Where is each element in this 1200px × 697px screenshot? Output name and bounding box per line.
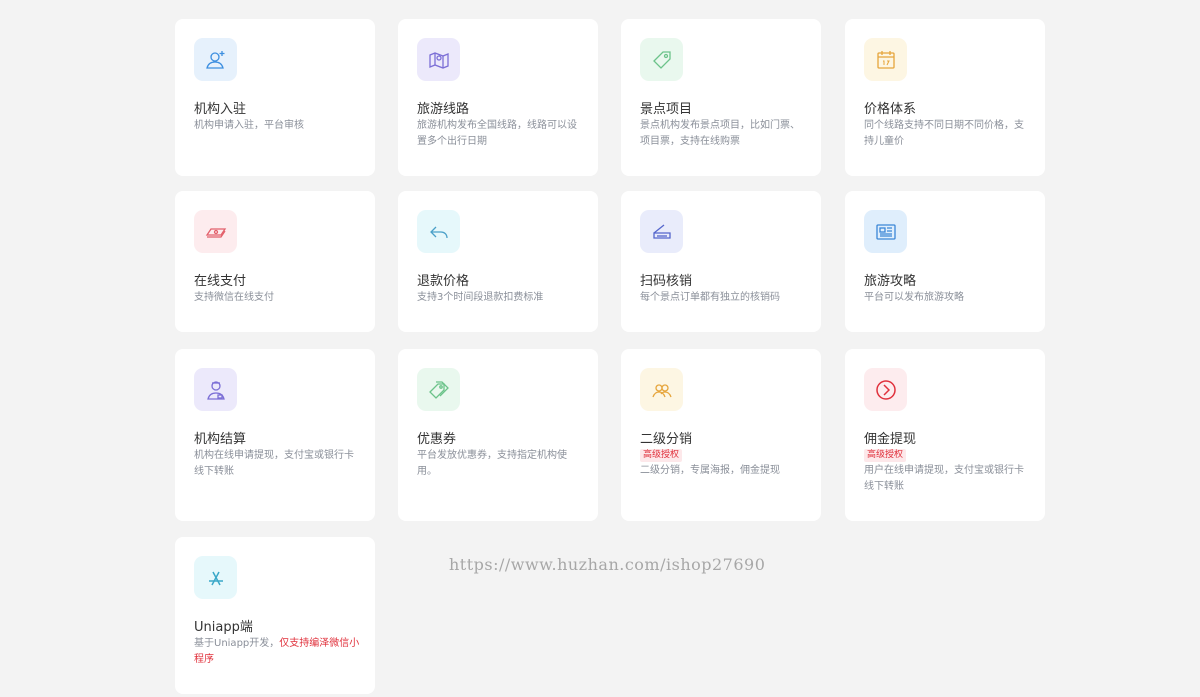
card-description: 支持微信在线支付: [194, 292, 274, 303]
card-title: 扫码核销: [640, 274, 693, 289]
card-description: 旅游机构发布全国线路，线路可以设置多个出行日期: [417, 120, 577, 147]
feature-card[interactable]: 佣金提现 高级授权 用户在线申请提现，支付宝或银行卡线下转账: [845, 349, 1045, 521]
feature-card[interactable]: 在线支付 支持微信在线支付: [175, 191, 375, 332]
feature-card[interactable]: 机构入驻 机构申请入驻，平台审核: [175, 19, 375, 176]
card-description: 景点机构发布景点项目，比如门票、项目票，支持在线购票: [640, 120, 800, 147]
feature-card[interactable]: 二级分销 高级授权 二级分销，专属海报，佣金提现: [621, 349, 821, 521]
card-description: 支持3个时间段退款扣费标准: [417, 292, 544, 303]
card-title: 旅游攻略: [864, 274, 917, 289]
card-description: 基于Uniapp开发，仅支持编泽微信小程序: [194, 636, 362, 668]
card-description: 每个景点订单都有独立的核销码: [640, 292, 780, 303]
card-title: 在线支付: [194, 274, 247, 289]
watermark-url: https://www.huzhan.com/ishop27690: [449, 555, 766, 574]
card-title: 价格体系: [864, 102, 917, 117]
card-title: Uniapp端: [194, 620, 253, 635]
feature-card[interactable]: 价格体系 同个线路支持不同日期不同价格，支持儿童价: [845, 19, 1045, 176]
user-plus-icon: [194, 38, 237, 81]
tag-icon: [640, 38, 683, 81]
card-title: 机构结算: [194, 432, 247, 447]
scanner-icon: [640, 210, 683, 253]
feature-card[interactable]: 优惠券 平台发放优惠券，支持指定机构使用。: [398, 349, 598, 521]
card-description: 二级分销，专属海报，佣金提现: [640, 465, 780, 476]
arrow-circle-icon: [864, 368, 907, 411]
premium-badge: 高级授权: [640, 449, 683, 462]
appstore-icon: [194, 556, 237, 599]
feature-card[interactable]: 旅游攻略 平台可以发布旅游攻略: [845, 191, 1045, 332]
card-title: 优惠券: [417, 432, 457, 447]
money-icon: [194, 210, 237, 253]
feature-grid: 机构入驻 机构申请入驻，平台审核 旅游线路 旅游机构发布全国线路，线路可以设置多…: [0, 0, 1200, 697]
feature-card[interactable]: Uniapp端 基于Uniapp开发，仅支持编泽微信小程序: [175, 537, 375, 694]
card-description: 平台可以发布旅游攻略: [864, 292, 964, 303]
description-text: 基于Uniapp开发，: [194, 638, 280, 649]
card-title: 旅游线路: [417, 102, 470, 117]
reply-icon: [417, 210, 460, 253]
card-title: 机构入驻: [194, 102, 247, 117]
feature-card[interactable]: 扫码核销 每个景点订单都有独立的核销码: [621, 191, 821, 332]
card-description: 机构申请入驻，平台审核: [194, 120, 304, 131]
newspaper-icon: [864, 210, 907, 253]
agent-icon: [194, 368, 237, 411]
coupon-tags-icon: [417, 368, 460, 411]
card-title: 二级分销: [640, 432, 693, 447]
users-icon: [640, 368, 683, 411]
feature-card[interactable]: 退款价格 支持3个时间段退款扣费标准: [398, 191, 598, 332]
premium-badge: 高级授权: [864, 449, 907, 462]
card-title: 景点项目: [640, 102, 693, 117]
map-icon: [417, 38, 460, 81]
card-description: 平台发放优惠券，支持指定机构使用。: [417, 450, 567, 477]
card-title: 佣金提现: [864, 432, 917, 447]
feature-card[interactable]: 旅游线路 旅游机构发布全国线路，线路可以设置多个出行日期: [398, 19, 598, 176]
feature-card[interactable]: 景点项目 景点机构发布景点项目，比如门票、项目票，支持在线购票: [621, 19, 821, 176]
card-description: 机构在线申请提现，支付宝或银行卡线下转账: [194, 450, 354, 477]
calendar-icon: [864, 38, 907, 81]
feature-card[interactable]: 机构结算 机构在线申请提现，支付宝或银行卡线下转账: [175, 349, 375, 521]
card-description: 同个线路支持不同日期不同价格，支持儿童价: [864, 120, 1024, 147]
card-description: 用户在线申请提现，支付宝或银行卡线下转账: [864, 465, 1024, 492]
card-title: 退款价格: [417, 274, 470, 289]
